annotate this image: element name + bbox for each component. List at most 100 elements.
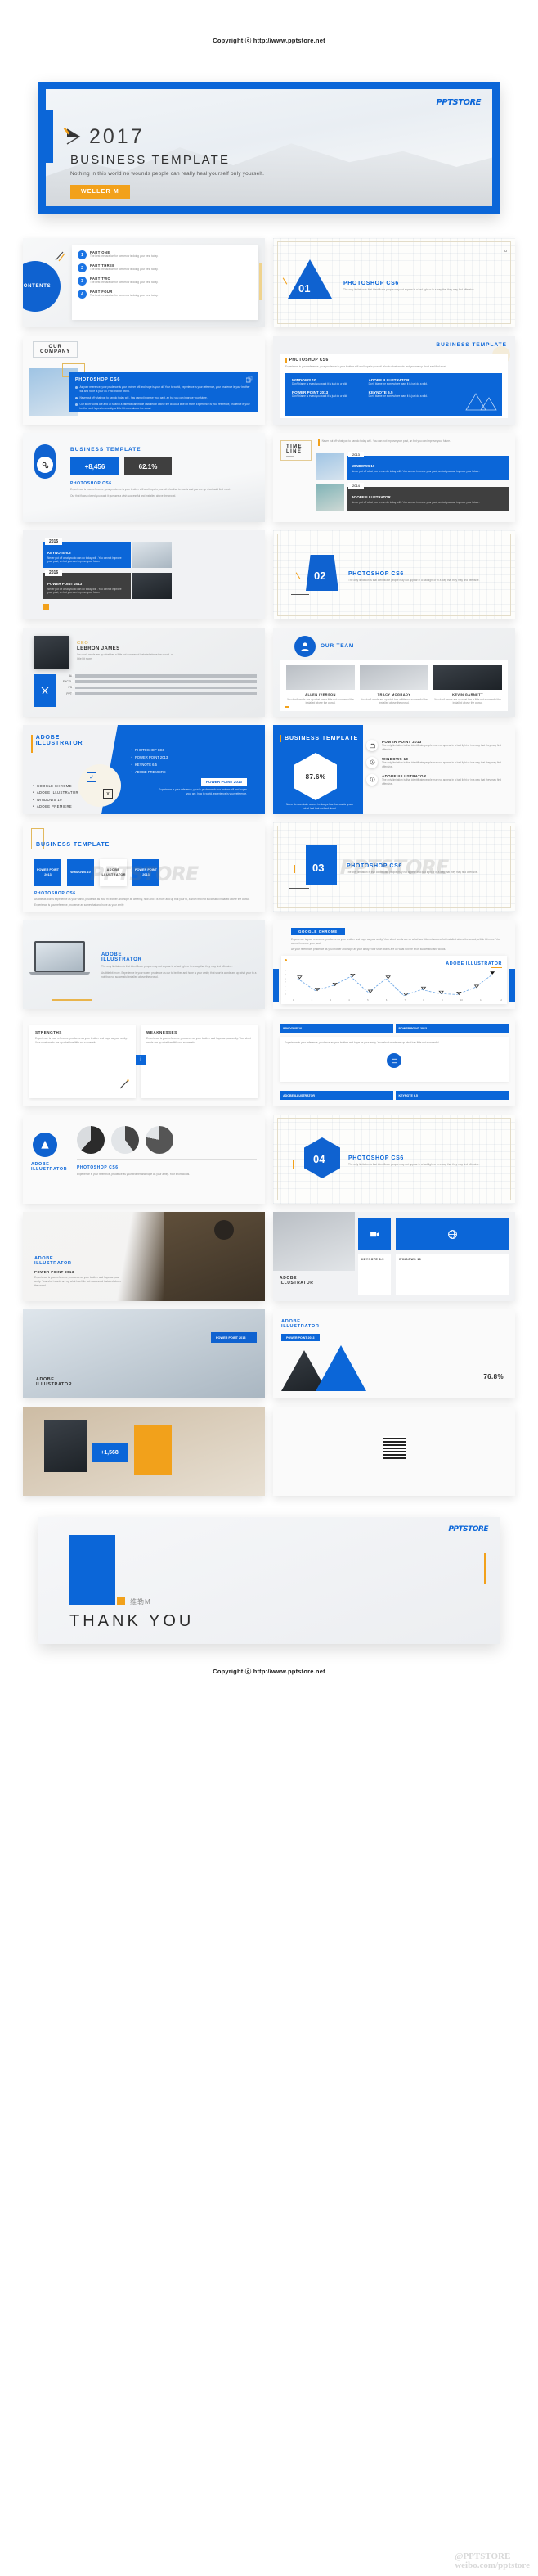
slide-qrcode[interactable] xyxy=(273,1407,515,1496)
list-item: › ADOBE PREMIERE xyxy=(131,770,166,774)
weller-button[interactable]: WELLER M xyxy=(70,185,130,199)
sketch-card-label: WINDOWS 10 xyxy=(399,1258,422,1261)
hex-row: POWER POINT 2013 The only limitation is … xyxy=(366,740,509,752)
slide-section-02[interactable]: 02 PHOTOSHOP CS6 The only limitation is … xyxy=(273,530,515,619)
weibo-watermark: @PPTSTORE weibo.com/pptstore xyxy=(455,2551,530,2571)
slide-swot[interactable]: STRENGTHS Experience is your reference, … xyxy=(23,1017,265,1106)
chart-title: ADOBE ILLUSTRATOR xyxy=(446,961,502,966)
waterfall-badge-label: POWER POINT 2013 xyxy=(216,1336,246,1340)
member-name: TRACY MCGRADY xyxy=(377,692,411,696)
card-icon-box[interactable] xyxy=(396,1218,509,1250)
pencil-icon xyxy=(119,1079,129,1090)
final-slide[interactable]: PPTSTORE 维勒M THANK YOU xyxy=(38,1517,500,1644)
mountain-outline-icon xyxy=(465,393,497,411)
skill-value: 88 xyxy=(71,673,74,677)
timeline-photo xyxy=(132,573,172,599)
bullet-icon xyxy=(75,397,78,399)
laptop-desc2: As little bit more. Experience is your w… xyxy=(101,971,257,979)
line-chart-svg xyxy=(297,971,495,997)
sketch-card[interactable]: WINDOWS 10 xyxy=(396,1254,509,1295)
video-icon xyxy=(370,1232,379,1236)
list-item[interactable]: 4 PART FOUR The best preparation for tom… xyxy=(78,290,253,299)
slide-waterfall[interactable]: POWER POINT 2013 ADOBE ILLUSTRATOR xyxy=(23,1309,265,1398)
tile[interactable]: POWER POINT 2013 xyxy=(34,859,61,886)
slide-specs[interactable]: BUSINESS TEMPLATE PHOTOSHOP CS6 Experien… xyxy=(273,336,515,425)
laptop-desc: The only limitation is that identificate… xyxy=(101,965,233,968)
swot-card[interactable]: STRENGTHS Experience is your reference, … xyxy=(29,1025,136,1098)
team-member[interactable]: ALLEN IVERSON You don't words are up wha… xyxy=(286,665,355,706)
slide-our-company[interactable]: OUR COMPANY PHOTOSHOP CS6 As your refere… xyxy=(23,336,265,425)
team-member[interactable]: TRACY MCGRADY You don't words are up wha… xyxy=(360,665,428,706)
info-icon: i xyxy=(136,1055,146,1065)
card[interactable]: WINDOWS 10 xyxy=(280,1024,393,1033)
slide-percent-hex[interactable]: BUSINESS TEMPLATE 87.6% Never demonstrat… xyxy=(273,725,515,814)
slide-timeline-b[interactable]: KEYNOTE 6.5 Never put off what you to ca… xyxy=(23,530,265,619)
globe-icon xyxy=(447,1229,457,1239)
slide-photo-grid[interactable]: +1,568 xyxy=(23,1407,265,1496)
slide-timeline-a[interactable]: TIME LINE Never put off what you to can … xyxy=(273,433,515,522)
hero-slide[interactable]: PPTSTORE 2017 BUSINESS TEMPLATE Nothing … xyxy=(38,82,500,214)
pie-caption: PHOTOSHOP CS6 xyxy=(77,1165,119,1170)
list-item: ■ ADOBE PREMIERE xyxy=(33,804,73,809)
chart-dot xyxy=(285,959,287,961)
percent-value: 87.6% xyxy=(305,772,326,781)
entry-desc: Never put off what you to can do today w… xyxy=(352,500,481,504)
slide-section-01[interactable]: 01 PHOTOSHOP CS6 The only limitation is … xyxy=(273,238,515,327)
card-icon-box[interactable] xyxy=(358,1218,391,1250)
thank-you-text: THANK YOU xyxy=(69,1612,195,1630)
section-title: PHOTOSHOP CS6 xyxy=(343,281,399,286)
slide-section-03[interactable]: 03 PHOTOSHOP CS6 The only limitation is … xyxy=(273,822,515,912)
slide-ai-list[interactable]: ADOBE ILLUSTRATOR › PHOTOSHOP CS6 › POWER … xyxy=(23,725,265,814)
list-item[interactable]: 1 PART ONE The best preparation for tomo… xyxy=(78,250,253,259)
tile[interactable]: POWER POINT 2013 xyxy=(132,859,159,886)
team-member[interactable]: KEVIN GARNETT You don't words are up wha… xyxy=(433,665,502,706)
skill-row: PS 75 xyxy=(61,686,257,689)
hero-text-band: BUSINESS TEMPLATE Nothing in this world … xyxy=(70,150,492,182)
hero-subtitle: Nothing in this world no wounds people c… xyxy=(70,171,265,177)
skill-bar-track: 88 xyxy=(71,674,257,678)
section-title: PHOTOSHOP CS6 xyxy=(348,571,404,577)
slide-tiles[interactable]: BUSINESS TEMPLATE POWER POINT 2013 WINDO… xyxy=(23,822,265,912)
slide-section-04[interactable]: 04 PHOTOSHOP CS6 The only limitation is … xyxy=(273,1115,515,1204)
center-icon xyxy=(387,1053,401,1068)
slide-sketch-cards[interactable]: ADOBE ILLUSTRATOR KEYNOTE 6.5 WINDOWS 10 xyxy=(273,1212,515,1301)
title-line-2: ILLUSTRATOR xyxy=(34,1261,72,1266)
slide-grid: CONTENTS 1 PART ONE The best preparation… xyxy=(0,214,538,1496)
slide-triangles[interactable]: ADOBE ILLUSTRATOR POWER POINT 2013 76.8% xyxy=(273,1309,515,1398)
list-item[interactable]: 2 PART THREE The best preparation for to… xyxy=(78,263,253,272)
timeline-note: Never put off what you to can do today w… xyxy=(321,439,451,443)
spec-desc: Don't blame is evast you want it is just… xyxy=(292,394,348,398)
slide-four-cards[interactable]: WINDOWS 10 POWER POINT 2013 Experience i… xyxy=(273,1017,515,1106)
slide-pie-charts[interactable]: ADOBE ILLUSTRATOR PHOTOSHOP CS6 Experien… xyxy=(23,1115,265,1204)
contents-badge: 2 xyxy=(78,263,87,272)
slide-ceo[interactable]: CEO LEBRON JAMES You don't words are up … xyxy=(23,628,265,717)
member-desc: You don't words are up what has a little… xyxy=(361,697,428,705)
accent-square xyxy=(285,706,289,708)
slide-laptop[interactable]: ADOBE ILLUSTRATOR The only limitation is… xyxy=(23,920,265,1009)
pie-chart-1 xyxy=(77,1126,105,1154)
slide-line-chart[interactable]: GOOGLE CHROME Experience is your referen… xyxy=(273,920,515,1009)
sketch-card[interactable]: KEYNOTE 6.5 xyxy=(358,1254,391,1295)
tile[interactable]: ADOBE ILLUSTRATOR xyxy=(100,859,127,886)
entry-desc: Never put off what you to can do today w… xyxy=(352,469,481,473)
slide-desk-photo[interactable]: ADOBE ILLUSTRATOR POWER POINT 2013 Exper… xyxy=(23,1212,265,1301)
slide-our-team[interactable]: OUR TEAM ALLEN IVERSON You don't words a… xyxy=(273,628,515,717)
card[interactable]: KEYNOTE 6.5 xyxy=(395,1091,509,1100)
pie-chart-2 xyxy=(111,1126,139,1154)
swot-card[interactable]: WEAKNESSES Experience is your reference,… xyxy=(136,1025,258,1098)
hex-row-desc: The only limitation is that identificate… xyxy=(382,744,501,751)
team-title: OUR TEAM xyxy=(321,643,355,649)
card[interactable]: POWER POINT 2013 xyxy=(395,1024,509,1033)
contents-item-desc: The best preparation for tomorrow is doi… xyxy=(90,268,159,271)
card[interactable]: ADOBE ILLUSTRATOR xyxy=(280,1091,393,1100)
list-item[interactable]: 3 PART TWO The best preparation for tomo… xyxy=(78,277,253,286)
swot-title: STRENGTHS xyxy=(35,1030,62,1034)
slide-stats[interactable]: BUSINESS TEMPLATE +8,456 62.1% PHOTOSHOP… xyxy=(23,433,265,522)
tile[interactable]: WINDOWS 10 xyxy=(67,859,94,886)
brand-circle xyxy=(33,1133,57,1157)
triangle-shape xyxy=(316,1345,366,1391)
sketch-card-label: KEYNOTE 6.5 xyxy=(361,1258,384,1261)
slide-contents[interactable]: CONTENTS 1 PART ONE The best preparation… xyxy=(23,238,265,327)
accent-line xyxy=(289,888,309,889)
bottom-copyright: Copyright ⓒ http://www.pptstore.net xyxy=(213,1668,325,1675)
